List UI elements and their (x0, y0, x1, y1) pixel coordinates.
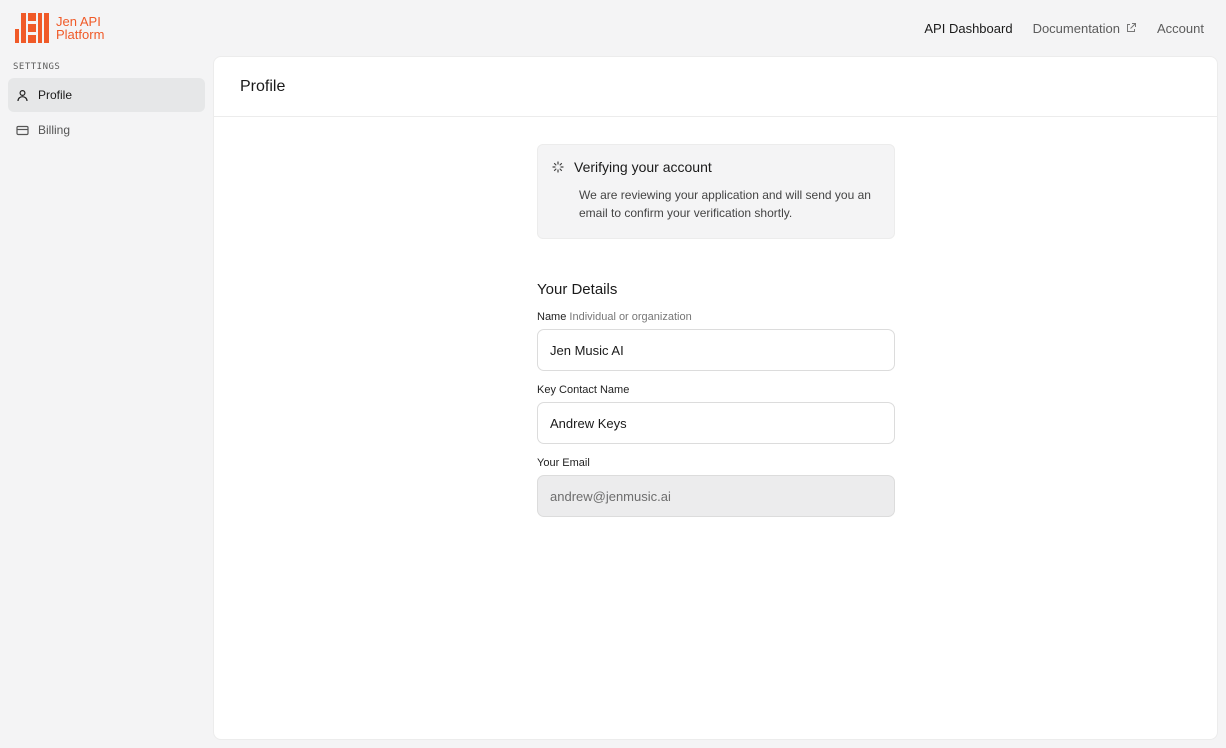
main-panel: Profile Verifying your account We are re… (213, 56, 1218, 740)
sidebar-item-billing[interactable]: Billing (8, 113, 205, 147)
verification-notice: Verifying your account We are reviewing … (537, 144, 895, 239)
page-title: Profile (214, 57, 1217, 117)
nav-account-label: Account (1157, 20, 1204, 36)
details-heading: Your Details (537, 281, 618, 298)
name-input[interactable] (537, 329, 895, 371)
sidebar-section-label: SETTINGS (13, 62, 61, 72)
loader-icon (552, 161, 564, 173)
nav-account[interactable]: Account (1157, 21, 1204, 36)
name-hint: Individual or organization (569, 311, 692, 323)
key-contact-input[interactable] (537, 402, 895, 444)
notice-title: Verifying your account (574, 159, 712, 175)
sidebar-item-profile[interactable]: Profile (8, 78, 205, 112)
brand-name: Jen API Platform (56, 15, 104, 41)
nav-documentation-label: Documentation (1032, 20, 1121, 36)
notice-body: We are reviewing your application and wi… (579, 188, 871, 220)
user-icon (17, 89, 28, 101)
brand-line-2: Platform (56, 27, 105, 42)
notice-title-row: Verifying your account (552, 159, 880, 175)
email-label: Your Email (537, 457, 590, 469)
nav-api-dashboard-label: API Dashboard (924, 20, 1013, 36)
jen-logo-icon (15, 13, 49, 43)
credit-card-icon (16, 125, 29, 135)
name-label: Name (537, 311, 567, 323)
external-link-icon (1127, 23, 1137, 32)
email-input (537, 475, 895, 517)
nav-api-dashboard[interactable]: API Dashboard (924, 21, 1012, 36)
top-bar: Jen API Platform API Dashboard Documenta… (0, 0, 1226, 56)
name-label-row: Name Individual or organization (537, 311, 895, 323)
nav-documentation[interactable]: Documentation (1033, 21, 1137, 36)
brand[interactable]: Jen API Platform (15, 13, 104, 43)
key-contact-label: Key Contact Name (537, 384, 630, 396)
profile-content: Verifying your account We are reviewing … (537, 144, 895, 517)
top-nav: API Dashboard Documentation Account (904, 21, 1204, 36)
sidebar-item-label: Billing (38, 123, 71, 137)
sidebar-item-label: Profile (38, 88, 73, 102)
